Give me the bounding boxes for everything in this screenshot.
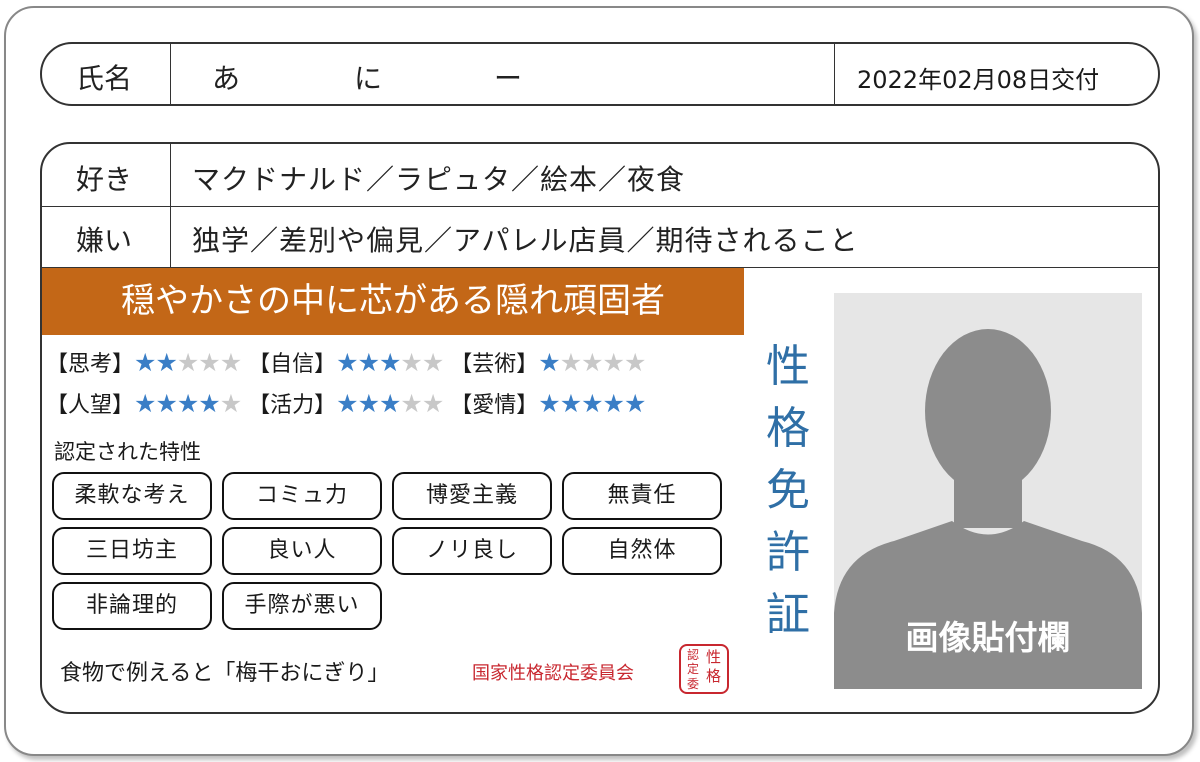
title-char: 性 [766,341,810,392]
star-filled-icon: ★ [155,348,177,377]
trait-tag: 柔軟な考え [52,472,212,520]
seal-char: 定 [687,662,700,676]
trait-tag: 自然体 [562,527,722,575]
star-filled-icon: ★ [357,348,380,377]
star-empty-icon: ★ [198,348,220,377]
rating-label: 【思考】 [46,352,135,377]
star-empty-icon: ★ [176,348,199,377]
rating-stars: ★★★★★ [336,389,444,418]
star-filled-icon: ★ [134,389,156,418]
name-row: 氏名 あ に ー 2022年02月08日交付 [40,42,1160,106]
star-filled-icon: ★ [336,389,358,418]
star-empty-icon: ★ [559,348,582,377]
dislikes-label: 嫌い [76,224,133,257]
profile-panel: 好き マクドナルド／ラピュタ／絵本／夜食 嫌い 独学／差別や偏見／アパレル店員／… [40,142,1160,714]
star-filled-icon: ★ [155,389,177,418]
rating-label: 【人望】 [46,393,135,418]
star-filled-icon: ★ [134,348,156,377]
star-empty-icon: ★ [581,348,603,377]
divider [834,44,835,104]
seal-char: 性 [706,648,722,666]
trait-tag: 良い人 [222,527,382,575]
trait-tag: 手際が悪い [222,582,382,630]
divider [170,144,171,267]
rating-label: 【芸術】 [450,352,539,377]
trait-tag: 無責任 [562,472,722,520]
star-empty-icon: ★ [400,389,422,418]
star-filled-icon: ★ [378,348,401,377]
star-filled-icon: ★ [581,389,603,418]
food-analogy: 食物で例えると「梅干おにぎり」 [60,661,390,686]
photo-placeholder: 画像貼付欄 [834,293,1142,689]
authority-name: 国家性格認定委員会 [472,663,634,684]
star-filled-icon: ★ [198,389,220,418]
issue-date: 2022年02月08日交付 [857,66,1100,94]
star-filled-icon: ★ [538,389,560,418]
trait-tag: 三日坊主 [52,527,212,575]
star-empty-icon: ★ [421,389,444,418]
personality-type-banner: 穏やかさの中に芯がある隠れ頑固者 [42,268,744,335]
divider [42,206,1158,207]
title-char: 許 [766,527,810,578]
name-char-1: あ [212,62,241,95]
star-filled-icon: ★ [538,348,560,377]
star-empty-icon: ★ [602,348,625,377]
star-empty-icon: ★ [421,348,444,377]
authority-seal: 性 格 認 定 委 [679,644,729,694]
name-char-3: ー [494,62,523,95]
title-char: 格 [766,403,810,454]
trait-tag: コミュ力 [222,472,382,520]
rating-stars: ★★★★★ [336,348,444,377]
rating-label: 【愛情】 [450,393,539,418]
rating-row-2: 【人望】★★★★★ 【活力】★★★★★ 【愛情】★★★★★ [46,387,646,419]
rating-stars: ★★★★★ [538,348,646,377]
rating-label: 【自信】 [248,352,337,377]
likes-label: 好き [76,163,133,196]
rating-stars: ★★★★★ [134,348,242,377]
star-filled-icon: ★ [336,348,358,377]
star-filled-icon: ★ [357,389,380,418]
trait-tag: ノリ良し [392,527,552,575]
star-empty-icon: ★ [219,389,242,418]
rating-row-1: 【思考】★★★★★ 【自信】★★★★★ 【芸術】★★★★★ [46,346,646,378]
traits-heading: 認定された特性 [54,440,201,464]
photo-label: 画像貼付欄 [905,618,1071,657]
seal-char: 格 [706,667,722,685]
star-filled-icon: ★ [559,389,582,418]
title-char: 証 [766,589,810,640]
name-char-2: に [354,62,383,95]
trait-tag: 非論理的 [52,582,212,630]
star-filled-icon: ★ [602,389,625,418]
star-empty-icon: ★ [623,348,646,377]
title-char: 免 [766,465,810,516]
star-filled-icon: ★ [176,389,199,418]
rating-stars: ★★★★★ [538,389,646,418]
star-empty-icon: ★ [219,348,242,377]
likes-value: マクドナルド／ラピュタ／絵本／夜食 [192,163,686,196]
seal-char: 委 [687,677,700,691]
rating-label: 【活力】 [248,393,337,418]
dislikes-value: 独学／差別や偏見／アパレル店員／期待されること [192,224,859,257]
divider [170,44,171,104]
star-filled-icon: ★ [623,389,646,418]
license-vertical-title: 性 格 免 許 証 [762,336,814,646]
rating-stars: ★★★★★ [134,389,242,418]
trait-tag: 博愛主義 [392,472,552,520]
star-empty-icon: ★ [400,348,422,377]
name-label: 氏名 [76,62,133,95]
star-filled-icon: ★ [378,389,401,418]
